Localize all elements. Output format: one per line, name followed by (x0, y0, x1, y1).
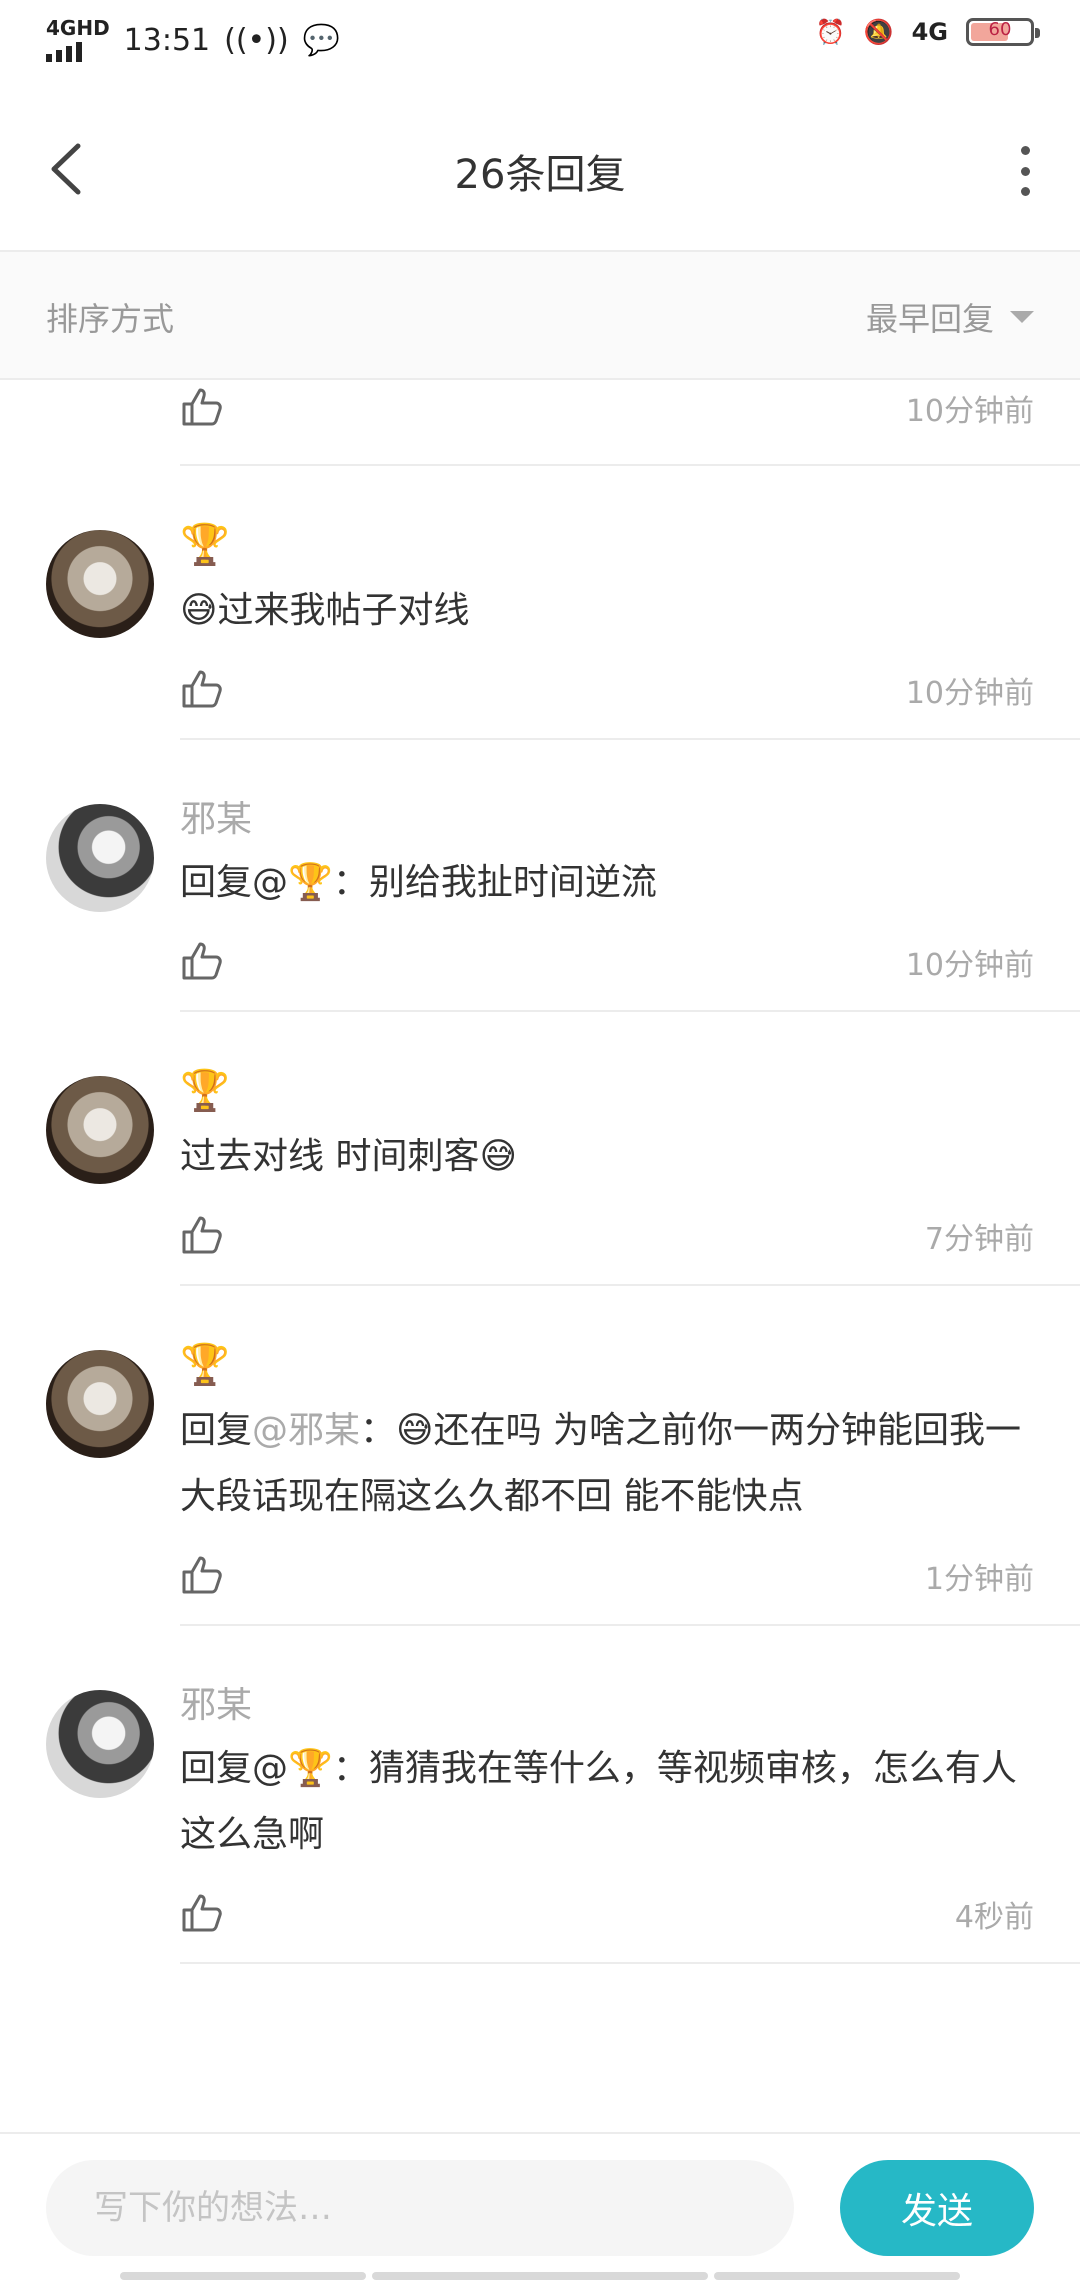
status-left: 4GHD 13:51 ((•)) 💬 (46, 18, 340, 62)
mention-link[interactable]: @邪某 (252, 1410, 360, 1451)
list-item: 邪某 回复@🏆：猜猜我在等什么，等视频审核，怎么有人这么急啊 4秒前 (46, 1626, 1080, 1964)
nav-hint (372, 2272, 708, 2280)
composer-bar: 发送 (0, 2132, 1080, 2282)
comment-meta: 10分钟前 (180, 650, 1080, 738)
page-title: 26条回复 (454, 152, 626, 198)
comment-time: 10分钟前 (905, 394, 1034, 429)
comment-text: 回复@🏆：猜猜我在等什么，等视频审核，怎么有人这么急啊 (180, 1736, 1080, 1868)
comment-list[interactable]: 10分钟前 🏆 😅过来我帖子对线 10分钟前 邪某 回复@🏆：别给我扯时间逆流 … (0, 380, 1080, 1964)
avatar[interactable] (46, 1076, 154, 1184)
mute-icon: 🔕 (863, 18, 894, 46)
network-type: 4GHD (46, 16, 110, 40)
reply-body: 别给我扯时间逆流 (368, 862, 657, 903)
comment-username: 🏆 (180, 1342, 230, 1388)
comment-time: 7分钟前 (924, 1222, 1034, 1257)
nav-hint (714, 2272, 960, 2280)
comment-text: 回复@🏆：别给我扯时间逆流 (180, 850, 1080, 916)
signal-icon: 4GHD (46, 18, 110, 62)
battery-level: 60 (988, 19, 1012, 40)
list-item: 邪某 回复@🏆：别给我扯时间逆流 10分钟前 (46, 740, 1080, 1012)
more-vertical-icon (1020, 146, 1030, 196)
status-right: ⏰ 🔕 4G 60 (815, 18, 1040, 46)
app-header: 26条回复 (0, 84, 1080, 252)
more-button[interactable] (1010, 146, 1040, 196)
comment-meta: 4秒前 (180, 1874, 1080, 1962)
sort-bar: 排序方式 最早回复 (0, 252, 1080, 380)
sort-dropdown[interactable]: 最早回复 (866, 294, 1034, 340)
avatar[interactable] (46, 804, 154, 912)
avatar[interactable] (46, 1690, 154, 1798)
comment-text: 回复@邪某：😅还在吗 为啥之前你一两分钟能回我一大段话现在隔这么久都不回 能不能… (180, 1398, 1080, 1530)
comment-meta: 1分钟前 (180, 1536, 1080, 1624)
thumbs-up-icon[interactable] (180, 1212, 224, 1256)
thumbs-up-icon[interactable] (180, 1890, 224, 1934)
thumbs-up-icon[interactable] (180, 938, 224, 982)
thumbs-up-icon[interactable] (180, 384, 224, 428)
nav-hint (120, 2272, 366, 2280)
thumbs-up-icon[interactable] (180, 666, 224, 710)
comment-text: 😅过来我帖子对线 (180, 590, 470, 631)
reply-prefix: 回复@🏆： (180, 862, 369, 903)
sort-label: 排序方式 (46, 300, 175, 338)
comment-meta: 10分钟前 (180, 922, 1080, 1010)
comment-meta: 7分钟前 (180, 1196, 1080, 1284)
network-type-right: 4G (911, 18, 948, 46)
list-item: 🏆 😅过来我帖子对线 10分钟前 (46, 466, 1080, 740)
wechat-icon: 💬 (302, 22, 341, 58)
avatar[interactable] (46, 1350, 154, 1458)
comment-time: 1分钟前 (924, 1562, 1034, 1597)
comment-time: 10分钟前 (905, 676, 1034, 711)
comment-username: 邪某 (180, 1685, 253, 1726)
alarm-icon: ⏰ (815, 18, 846, 46)
list-item-partial: 10分钟前 (180, 380, 1080, 466)
status-time: 13:51 (123, 22, 211, 58)
reply-prefix: 回复 (180, 1410, 253, 1451)
sort-selected: 最早回复 (865, 300, 994, 338)
avatar[interactable] (46, 530, 154, 638)
battery-icon: 60 (966, 18, 1040, 46)
list-item: 🏆 回复@邪某：😅还在吗 为啥之前你一两分钟能回我一大段话现在隔这么久都不回 能… (46, 1286, 1080, 1626)
hotspot-icon: ((•)) (224, 22, 289, 58)
comment-username: 邪某 (180, 799, 253, 840)
comment-input[interactable] (46, 2160, 794, 2256)
list-item: 🏆 过去对线 时间刺客😅 7分钟前 (46, 1012, 1080, 1286)
send-button[interactable]: 发送 (840, 2160, 1034, 2256)
caret-down-icon (1010, 311, 1034, 323)
comment-text: 过去对线 时间刺客😅 (180, 1136, 517, 1177)
status-bar: 4GHD 13:51 ((•)) 💬 ⏰ 🔕 4G 60 (0, 0, 1080, 84)
thumbs-up-icon[interactable] (180, 1552, 224, 1596)
comment-time: 4秒前 (954, 1900, 1034, 1935)
comment-username: 🏆 (180, 522, 230, 568)
comment-time: 10分钟前 (905, 948, 1034, 983)
reply-colon: ： (360, 1410, 397, 1451)
comment-username: 🏆 (180, 1068, 230, 1114)
reply-prefix: 回复@🏆： (180, 1748, 369, 1789)
